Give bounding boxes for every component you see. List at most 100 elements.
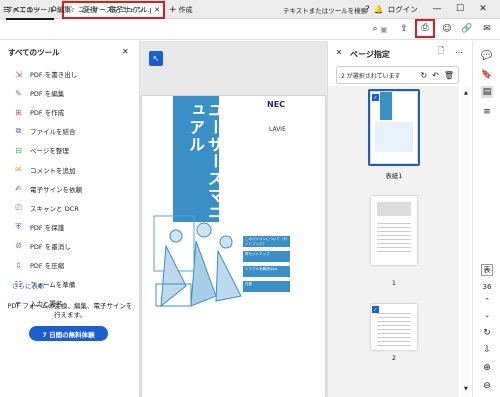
panel-title: すべてのツール: [8, 48, 60, 57]
cover-menu-item: このパソコンについて（ガイドブック）: [243, 236, 290, 247]
thumbnail-label: 2: [391, 354, 397, 362]
cover-menu-item: 付録: [243, 281, 290, 292]
table-button[interactable]: 表: [481, 264, 493, 276]
tool-item[interactable]: ✉ コメントを追加: [14, 163, 76, 177]
pages-thumbnail-icon[interactable]: ▤: [481, 86, 493, 98]
tool-label: スキャンと OCR: [30, 204, 79, 213]
tool-label: ページを整理: [30, 147, 69, 156]
tool-item[interactable]: ⊟ ページを整理: [14, 143, 69, 157]
close-tab-icon[interactable]: ✕: [154, 6, 160, 14]
tool-label: PDF を保護: [30, 223, 65, 232]
family-illustration: [153, 215, 242, 308]
maximize-icon[interactable]: ☐: [453, 2, 467, 16]
zoom-in-icon[interactable]: ⊕: [481, 362, 493, 374]
page-panel-close-icon[interactable]: ✕: [334, 47, 344, 57]
thumbnail-page-1[interactable]: [371, 196, 417, 265]
export-pdf-icon: ⇲: [15, 69, 22, 79]
free-trial-button[interactable]: 7 日間の無料体験: [29, 326, 108, 341]
nec-logo: NEC: [267, 100, 286, 109]
layers-icon[interactable]: ≡: [481, 106, 493, 118]
upload-icon[interactable]: ⇪: [398, 23, 410, 35]
tool-item[interactable]: ✎ PDF を編集: [14, 86, 64, 100]
share-person-icon[interactable]: ☺: [441, 23, 453, 35]
comment-icon: ✉: [15, 165, 22, 174]
panel-close-icon[interactable]: ✕: [122, 47, 129, 56]
tab-esign[interactable]: 電子サイン: [109, 5, 144, 15]
tool-label: PDF を墨消し: [30, 242, 71, 251]
tool-item[interactable]: ⎚ スキャンと OCR: [14, 201, 79, 215]
zoom-level[interactable]: 36: [481, 281, 493, 293]
lavie-logo: LAVIE: [269, 126, 286, 133]
thumb-page1-text: [377, 220, 411, 255]
comment-tool-icon[interactable]: 💬: [481, 50, 493, 62]
new-tab-label: 作成: [178, 6, 193, 14]
thumbnail-label: 表紙1: [385, 172, 403, 180]
edit-pdf-icon: ✎: [15, 88, 22, 98]
page-panel-title: ページ指定: [350, 50, 390, 59]
cover-menu-item: トラブルを解決Q&A: [243, 266, 290, 277]
show-more-link[interactable]: さらに表示: [12, 280, 45, 290]
page-up-icon[interactable]: ⌃: [481, 295, 493, 307]
thumbnail-checkbox-checked[interactable]: ✓: [372, 306, 379, 313]
search-field[interactable]: テキストまたはツールを検索: [283, 5, 367, 15]
selection-info-bar: 2 が選択されています ↻ ↶ 🗑: [336, 66, 459, 84]
tool-item[interactable]: ⊘ PDF を墨消し: [14, 239, 71, 253]
thumb-page2-text: [377, 310, 411, 346]
selection-count: 2 が選択されています: [341, 72, 401, 80]
tool-label: PDF を編集: [30, 90, 65, 99]
insert-page-icon[interactable]: 🗋: [436, 46, 446, 57]
combine-files-icon: ⧉: [15, 126, 22, 136]
cover-page: ユーザーズマニュアル NEC LAVIE このパソコンについて（ガイドブック）再…: [142, 96, 325, 397]
print-icon[interactable]: ⎙: [419, 22, 431, 34]
window-close-icon[interactable]: ✕: [476, 2, 490, 16]
notification-icon[interactable]: 🔔: [374, 5, 384, 14]
login-area: ? 🔔 ログイン: [365, 3, 418, 16]
tab-all-tools[interactable]: すべてのツール: [6, 5, 55, 20]
cover-menu-item: 再セットアップ: [243, 251, 290, 262]
zoom-out-icon[interactable]: ⊖: [481, 380, 493, 392]
protect-pdf-icon: ⛨: [15, 221, 22, 231]
save-icon[interactable]: ▣: [378, 23, 390, 35]
tool-item[interactable]: ⇳ PDF を圧縮: [14, 258, 64, 272]
download-icon[interactable]: ⇩: [481, 344, 493, 356]
page-down-icon[interactable]: ⌄: [481, 309, 493, 321]
new-tab-button[interactable]: + 作成: [169, 4, 193, 16]
organize-pages-icon: ⊟: [15, 145, 22, 155]
tool-item[interactable]: ⛨ PDF を保護: [14, 220, 65, 234]
tool-item[interactable]: ✍ 電子サインを依頼: [14, 182, 82, 196]
tool-item[interactable]: ⧉ ファイルを結合: [14, 124, 76, 138]
scroll-down-icon[interactable]: ▼: [464, 386, 468, 392]
thumb-cover-image: [375, 122, 413, 152]
rotate-cw-icon[interactable]: ↻: [420, 71, 427, 80]
request-esign-icon: ✍: [15, 184, 22, 194]
tab-convert[interactable]: 変換: [83, 5, 97, 15]
tool-item[interactable]: ⇲ PDF を書き出し: [14, 67, 77, 81]
create-pdf-icon: ⊞: [15, 107, 22, 117]
thumb-page1-header: [377, 202, 411, 216]
scrollbar[interactable]: ▲ ▼: [463, 86, 470, 397]
thumbnail-checkbox-checked[interactable]: ✓: [372, 94, 379, 101]
tool-label: 電子サインを依頼: [30, 185, 82, 194]
tool-label: コメントを追加: [30, 166, 76, 175]
mail-icon[interactable]: ✉: [481, 23, 493, 35]
tool-item[interactable]: ⊞ PDF を作成: [14, 105, 64, 119]
scan-ocr-icon: ⎚: [15, 202, 22, 212]
tool-label: PDF を作成: [30, 109, 65, 118]
thumb-cover-band: [380, 92, 392, 120]
select-tool-icon[interactable]: ↖: [149, 51, 163, 66]
tool-label: PDF を書き出し: [30, 71, 78, 79]
bookmark-icon[interactable]: 🔖: [481, 69, 493, 81]
redact-pdf-icon: ⊘: [15, 241, 22, 251]
scroll-up-icon[interactable]: ▲: [464, 90, 468, 96]
tab-edit[interactable]: 編集: [57, 5, 71, 15]
login-button[interactable]: ログイン: [388, 4, 418, 15]
compress-pdf-icon: ⇳: [15, 260, 22, 270]
delete-icon[interactable]: 🗑: [444, 71, 454, 80]
thumbnail-cover[interactable]: [371, 92, 417, 163]
undo-icon[interactable]: ↶: [432, 71, 439, 80]
thumbnail-label: 1: [391, 279, 397, 287]
more-options-icon[interactable]: ⋯: [454, 47, 464, 57]
link-icon[interactable]: 🔗: [461, 23, 473, 35]
minimize-icon[interactable]: —: [430, 2, 444, 16]
refresh-icon[interactable]: ↻: [481, 327, 493, 339]
